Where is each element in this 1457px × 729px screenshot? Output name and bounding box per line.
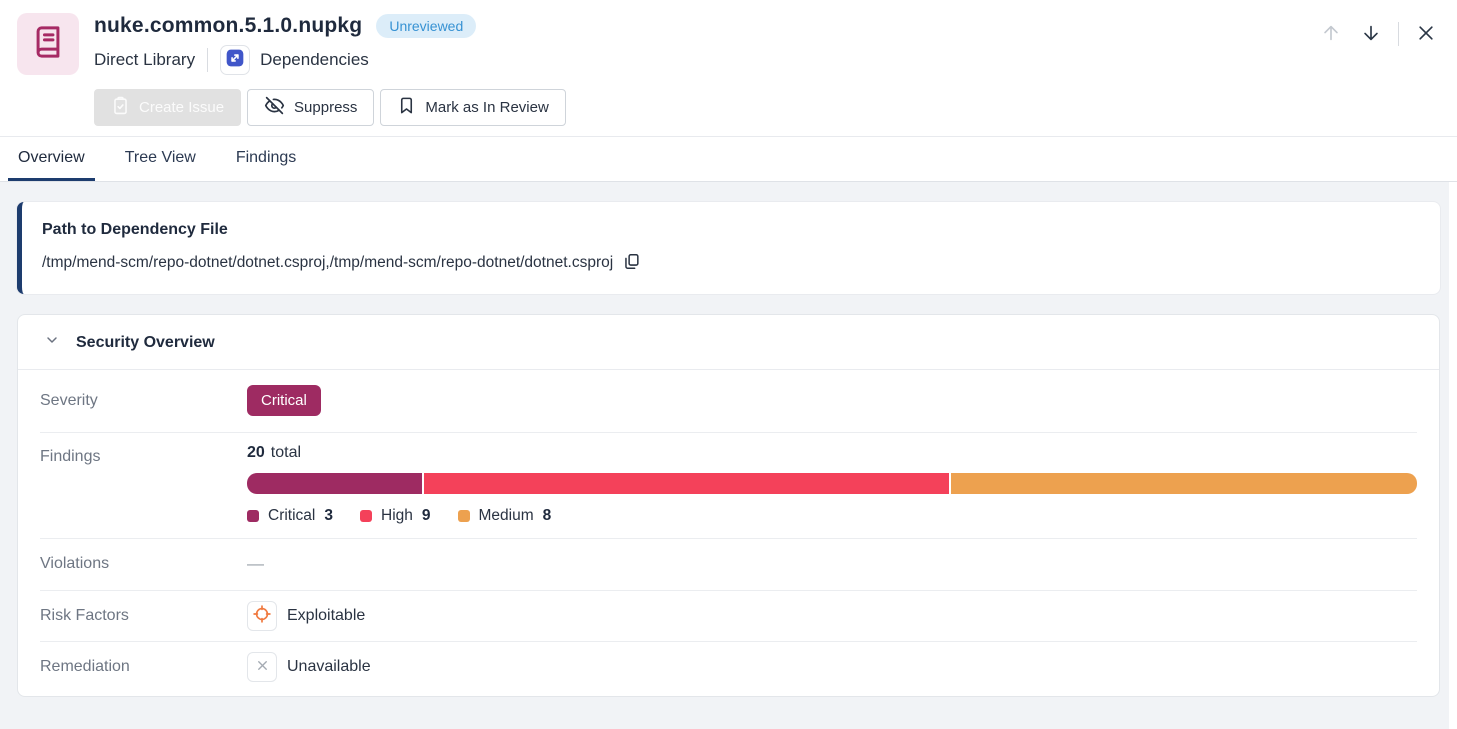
remediation-label: Remediation: [40, 658, 247, 676]
close-icon: [1416, 23, 1436, 46]
findings-label: Findings: [40, 444, 247, 466]
legend-item-high: High 9: [360, 507, 431, 525]
book-icon: [31, 25, 65, 64]
legend-item-critical: Critical 3: [247, 507, 333, 525]
overview-content: Path to Dependency File /tmp/mend-scm/re…: [0, 182, 1457, 729]
legend-swatch-medium: [458, 510, 470, 522]
copy-path-button[interactable]: [622, 252, 641, 274]
risk-factor-value: Exploitable: [287, 607, 365, 625]
violations-row: Violations —: [40, 539, 1417, 591]
chevron-down-icon: [44, 332, 60, 353]
page-title: nuke.common.5.1.0.nupkg: [94, 14, 362, 38]
findings-bar-segment-medium: [951, 473, 1417, 494]
exploitable-icon-box: [247, 601, 277, 631]
remediation-value: Unavailable: [287, 658, 371, 676]
legend-value: 8: [543, 507, 552, 525]
legend-label: High: [381, 507, 413, 525]
risk-factors-row: Risk Factors Exploitable: [40, 591, 1417, 642]
security-overview-header[interactable]: Security Overview: [18, 315, 1439, 370]
crosshair-icon: [252, 604, 272, 629]
status-badge: Unreviewed: [376, 14, 476, 38]
panel-header: nuke.common.5.1.0.nupkg Unreviewed Direc…: [0, 0, 1457, 136]
legend-value: 3: [324, 507, 333, 525]
remediation-row: Remediation Unavailable: [40, 642, 1417, 692]
risk-factors-label: Risk Factors: [40, 607, 247, 625]
eye-off-icon: [264, 95, 285, 120]
subtitle-divider: [207, 48, 208, 72]
path-to-dependency-card: Path to Dependency File /tmp/mend-scm/re…: [17, 202, 1440, 294]
library-icon-box: [17, 13, 79, 75]
violations-label: Violations: [40, 555, 247, 573]
unavailable-icon-box: [247, 652, 277, 682]
findings-legend: Critical 3 High 9 Medium 8: [247, 507, 1417, 525]
previous-item-button[interactable]: [1318, 21, 1344, 47]
library-detail-panel: nuke.common.5.1.0.nupkg Unreviewed Direc…: [0, 0, 1457, 729]
tab-overview[interactable]: Overview: [8, 137, 95, 181]
dependencies-link[interactable]: Dependencies: [220, 45, 369, 75]
findings-bar: [247, 473, 1417, 494]
security-overview-title: Security Overview: [76, 334, 215, 352]
suppress-button[interactable]: Suppress: [247, 89, 374, 126]
close-button[interactable]: [1413, 21, 1439, 47]
next-item-button[interactable]: [1358, 21, 1384, 47]
arrow-up-icon: [1320, 22, 1342, 47]
legend-label: Critical: [268, 507, 315, 525]
tab-tree-view[interactable]: Tree View: [115, 137, 206, 181]
severity-row: Severity Critical: [40, 370, 1417, 433]
legend-item-medium: Medium 8: [458, 507, 552, 525]
legend-value: 9: [422, 507, 431, 525]
severity-badge: Critical: [247, 385, 321, 416]
x-icon: [255, 658, 270, 676]
library-type-label: Direct Library: [94, 50, 195, 70]
findings-total: 20total: [247, 444, 1417, 462]
clipboard-check-icon: [111, 96, 130, 119]
header-divider: [1398, 22, 1399, 46]
diagonal-arrows-icon: [225, 48, 245, 73]
dependencies-icon-button[interactable]: [220, 45, 250, 75]
create-issue-button[interactable]: Create Issue: [94, 89, 241, 126]
legend-swatch-critical: [247, 510, 259, 522]
findings-row: Findings 20total Critical 3 High 9 Medium 8: [40, 433, 1417, 539]
legend-label: Medium: [479, 507, 534, 525]
copy-icon: [622, 252, 641, 274]
dependencies-label: Dependencies: [260, 50, 369, 70]
path-card-title: Path to Dependency File: [42, 221, 1418, 239]
violations-empty-value: —: [247, 554, 264, 574]
security-overview-card: Security Overview Severity Critical Find…: [17, 314, 1440, 697]
tab-bar: Overview Tree View Findings: [0, 136, 1457, 182]
mark-in-review-button[interactable]: Mark as In Review: [380, 89, 565, 126]
legend-swatch-high: [360, 510, 372, 522]
findings-bar-segment-critical: [247, 473, 422, 494]
dependency-path-text: /tmp/mend-scm/repo-dotnet/dotnet.csproj,…: [42, 254, 613, 272]
scrollbar-track[interactable]: [1449, 182, 1457, 729]
bookmark-icon: [397, 96, 416, 119]
arrow-down-icon: [1360, 22, 1382, 47]
tab-findings[interactable]: Findings: [226, 137, 306, 181]
severity-label: Severity: [40, 392, 247, 410]
findings-bar-segment-high: [424, 473, 949, 494]
